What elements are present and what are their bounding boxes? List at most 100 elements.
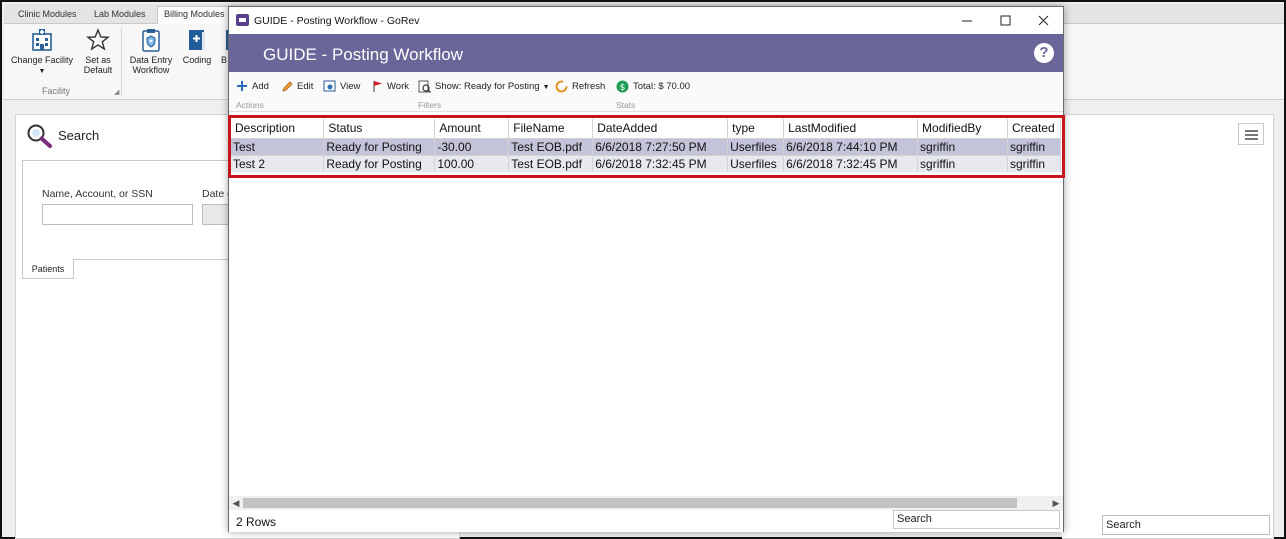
search-header: Search [26, 123, 99, 152]
tab-patients[interactable]: Patients [22, 259, 74, 279]
work-button[interactable]: Work [372, 79, 409, 95]
table-row[interactable]: Test Ready for Posting -30.00 Test EOB.p… [231, 138, 1062, 155]
cut-off-label: B [220, 55, 227, 65]
cell-lastmodified: 6/6/2018 7:44:10 PM [783, 138, 919, 155]
group-launcher-icon[interactable]: ◢ [114, 88, 119, 96]
hospital-icon [32, 29, 52, 51]
window-title: GUIDE - Posting Workflow - GoRev [254, 15, 420, 27]
horizontal-scrollbar[interactable]: ◀ ▶ [229, 496, 1063, 510]
close-button[interactable] [1023, 7, 1063, 34]
stats-group-label: Stats [616, 100, 636, 110]
work-label: Work [387, 81, 409, 92]
view-icon [323, 80, 336, 92]
clipboard-icon [142, 29, 160, 52]
set-default-label-1: Set as [85, 55, 111, 65]
search-icon [27, 124, 52, 148]
cell-created: sgriffin [1007, 138, 1062, 155]
right-panel: Search [1062, 114, 1274, 539]
dialog-toolbar: Add Edit View Work Show: Ready for Posti… [229, 72, 1063, 112]
filter-icon [418, 80, 431, 93]
column-header-amount[interactable]: Amount [434, 119, 510, 139]
edit-label: Edit [297, 81, 314, 92]
total-stat: $ Total: $ 70.00 [616, 79, 690, 95]
cell-modifiedby: sgriffin [917, 154, 1008, 172]
ribbon-separator [121, 28, 122, 96]
dialog-header-title: GUIDE - Posting Workflow [263, 45, 463, 64]
column-header-type[interactable]: type [727, 119, 785, 139]
book-icon [189, 30, 205, 50]
chevron-down-icon: ▼ [542, 84, 550, 91]
actions-group-label: Actions [236, 100, 264, 110]
cell-description: Test 2 [231, 154, 325, 172]
chevron-down-icon: ▼ [38, 68, 46, 75]
work-flag-icon [373, 80, 382, 92]
change-facility-button[interactable]: Change Facility ▼ [10, 28, 74, 77]
column-header-status[interactable]: Status [323, 119, 436, 139]
scrollbar-thumb[interactable] [243, 498, 1017, 508]
coding-button[interactable]: Coding [180, 28, 214, 65]
column-header-lastmodified[interactable]: LastModified [783, 119, 919, 139]
maximize-button[interactable] [985, 7, 1025, 34]
table-row[interactable]: Test 2 Ready for Posting 100.00 Test EOB… [231, 154, 1062, 172]
screen: Clinic Modules Lab Modules Billing Modul… [0, 0, 1286, 539]
search-title: Search [58, 128, 100, 143]
cell-filename: Test EOB.pdf [508, 154, 594, 172]
view-button[interactable]: View [323, 79, 360, 95]
edit-button[interactable]: Edit [281, 79, 313, 95]
svg-text:$: $ [620, 83, 626, 93]
cell-filename: Test EOB.pdf [508, 138, 594, 155]
refresh-icon [555, 80, 568, 93]
data-entry-label-1: Data Entry [129, 55, 173, 65]
column-header-description[interactable]: Description [231, 119, 325, 139]
help-icon[interactable]: ? [1034, 43, 1054, 63]
table-header-row: Description Status Amount FileName DateA… [231, 119, 1062, 139]
cell-created: sgriffin [1007, 154, 1062, 172]
tab-lab-modules[interactable]: Lab Modules [88, 7, 152, 24]
dialog-search-input[interactable]: Search [893, 510, 1060, 529]
edit-icon [282, 81, 293, 92]
minimize-button[interactable] [947, 7, 987, 34]
cell-amount: -30.00 [434, 138, 510, 155]
cell-type: Userfiles [727, 154, 785, 172]
coding-label: Coding [182, 55, 212, 65]
cell-dateadded: 6/6/2018 7:32:45 PM [592, 154, 729, 172]
add-button[interactable]: Add [236, 79, 269, 95]
add-label: Add [252, 81, 269, 92]
row-count: 2 Rows [236, 515, 277, 529]
dialog-titlebar: GUIDE - Posting Workflow - GoRev [229, 7, 1063, 34]
posting-workflow-dialog: GUIDE - Posting Workflow - GoRev GUIDE -… [228, 6, 1065, 532]
total-label: Total: $ 70.00 [633, 81, 691, 92]
column-header-dateadded[interactable]: DateAdded [592, 119, 729, 139]
cell-status: Ready for Posting [323, 138, 436, 155]
maximize-icon [1000, 15, 1011, 26]
background-search-input[interactable]: Search [1102, 515, 1270, 535]
app-logo-icon [236, 14, 249, 26]
scroll-left-icon[interactable]: ◀ [229, 496, 243, 510]
column-header-created[interactable]: Created [1007, 119, 1062, 139]
refresh-button[interactable]: Refresh [555, 79, 605, 95]
tab-billing-modules[interactable]: Billing Modules [157, 6, 232, 25]
change-facility-label: Change Facility [10, 55, 74, 65]
filters-group-label: Filters [418, 100, 442, 110]
name-account-ssn-label: Name, Account, or SSN [42, 188, 153, 200]
cell-dateadded: 6/6/2018 7:27:50 PM [592, 138, 729, 155]
data-entry-label-2: Workflow [132, 65, 170, 75]
cell-lastmodified: 6/6/2018 7:32:45 PM [783, 154, 919, 172]
set-default-label-2: Default [83, 65, 113, 75]
cell-type: Userfiles [727, 138, 785, 155]
refresh-label: Refresh [572, 81, 606, 92]
name-account-ssn-input[interactable] [42, 204, 193, 225]
show-filter-dropdown[interactable]: Show: Ready for Posting ▼ [418, 79, 550, 95]
column-header-modifiedby[interactable]: ModifiedBy [917, 119, 1008, 139]
data-entry-workflow-button[interactable]: Data Entry Workflow [126, 28, 176, 75]
tab-clinic-modules[interactable]: Clinic Modules [12, 7, 83, 24]
scroll-right-icon[interactable]: ▶ [1049, 496, 1063, 510]
cell-status: Ready for Posting [323, 154, 436, 172]
cell-amount: 100.00 [434, 154, 510, 172]
menu-icon[interactable] [1238, 123, 1264, 145]
column-header-filename[interactable]: FileName [508, 119, 594, 139]
add-icon [237, 81, 247, 92]
facility-group-label: Facility [42, 86, 71, 96]
posting-grid: Description Status Amount FileName DateA… [228, 115, 1065, 497]
set-as-default-button[interactable]: Set as Default [78, 28, 118, 75]
